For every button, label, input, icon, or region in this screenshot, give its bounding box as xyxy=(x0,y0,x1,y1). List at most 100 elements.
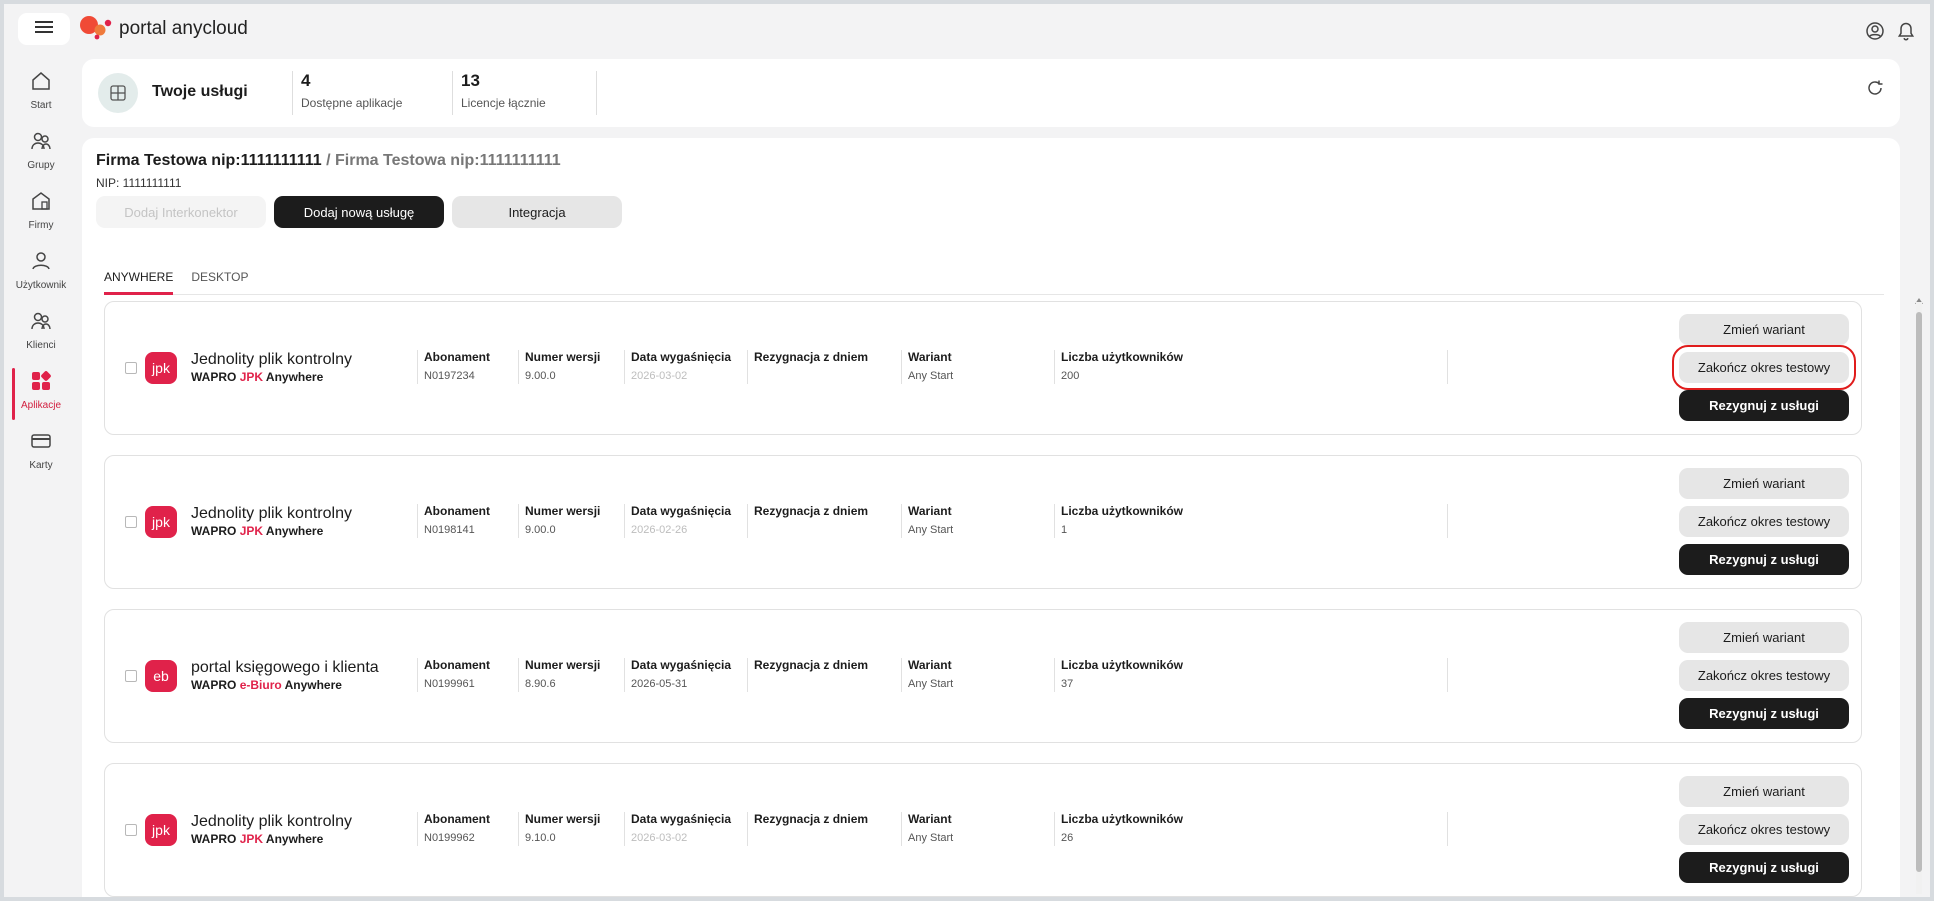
add-connector-button[interactable]: Dodaj Interkonektor xyxy=(96,196,266,228)
field-resignation: Rezygnacja z dniem xyxy=(747,350,898,384)
sidebar-item-start[interactable]: Start xyxy=(4,64,78,124)
field-label: Numer wersji xyxy=(525,504,601,518)
field-label: Data wygaśnięcia xyxy=(631,812,732,826)
field-value: 2026-02-26 xyxy=(631,524,688,536)
field-value: 9.00.0 xyxy=(525,524,556,536)
field-label: Data wygaśnięcia xyxy=(631,504,732,518)
sidebar-item-label: Aplikacje xyxy=(20,400,62,411)
field-value: N0198141 xyxy=(424,524,475,536)
add-service-button[interactable]: Dodaj nową usługę xyxy=(274,196,444,228)
top-bar: portal anycloud xyxy=(4,4,1930,62)
field-variant: Wariant Any Start xyxy=(901,658,1052,692)
breadcrumb-current: Firma Testowa nip:1111111111 xyxy=(335,152,561,169)
service-actions: Zmień wariant Zakończ okres testowy Rezygn… xyxy=(1679,468,1849,575)
field-subscription: Abonament N0199962 xyxy=(417,812,514,846)
field-label: Data wygaśnięcia xyxy=(631,658,732,672)
field-value: 37 xyxy=(1061,678,1074,690)
field-value: Any Start xyxy=(908,832,954,844)
product-code: JPK xyxy=(239,832,264,846)
field-label: Liczba użytkowników xyxy=(1061,504,1184,518)
sidebar-item-groups[interactable]: Grupy xyxy=(4,124,78,184)
field-subscription: Abonament N0199961 xyxy=(417,658,514,692)
tab-anywhere[interactable]: ANYWHERE xyxy=(104,264,174,295)
change-variant-button[interactable]: Zmień wariant xyxy=(1679,468,1849,499)
sidebar-item-companies[interactable]: Firmy xyxy=(4,184,78,244)
field-value: 2026-05-31 xyxy=(631,678,688,690)
field-label: Liczba użytkowników xyxy=(1061,812,1184,826)
app-icon: jpk xyxy=(145,506,177,538)
field-label: Numer wersji xyxy=(525,812,601,826)
resign-button[interactable]: Rezygnuj z usługi xyxy=(1679,852,1849,883)
breadcrumb-company[interactable]: Firma Testowa nip:1111111111 xyxy=(96,152,322,169)
sidebar-item-label: Klienci xyxy=(26,340,56,351)
resign-button[interactable]: Rezygnuj z usługi xyxy=(1679,544,1849,575)
service-name: Jednolity plik kontrolny xyxy=(191,813,352,830)
user-circle-icon[interactable] xyxy=(1866,22,1884,46)
sidebar-item-apps[interactable]: Aplikacje xyxy=(4,364,78,424)
platform-tabs: ANYWHERE DESKTOP xyxy=(104,264,1884,295)
apps-icon xyxy=(30,370,52,397)
menu-button[interactable] xyxy=(18,13,70,45)
integration-button[interactable]: Integracja xyxy=(452,196,622,228)
sidebar-item-label: Firmy xyxy=(28,220,54,231)
service-product: WAPRO JPK Anywhere xyxy=(191,524,323,538)
tab-desktop[interactable]: DESKTOP xyxy=(191,264,248,294)
user-icon xyxy=(30,250,52,277)
end-trial-button[interactable]: Zakończ okres testowy xyxy=(1679,506,1849,537)
stat-available-apps: 4 Dostępne aplikacje xyxy=(292,71,451,115)
stat-value: 13 xyxy=(461,71,480,90)
product-edition: Anywhere xyxy=(265,524,324,538)
end-trial-button[interactable]: Zakończ okres testowy xyxy=(1679,814,1849,845)
service-checkbox[interactable] xyxy=(125,516,137,528)
service-checkbox[interactable] xyxy=(125,362,137,374)
stat-caption: Licencje łącznie xyxy=(461,96,546,110)
field-expiry: Data wygaśnięcia 2026-03-02 xyxy=(624,812,745,846)
sidebar-item-label: Start xyxy=(30,100,52,111)
product-brand: WAPRO xyxy=(191,678,237,692)
refresh-icon[interactable] xyxy=(1866,79,1884,102)
product-code: JPK xyxy=(239,370,264,384)
field-divider xyxy=(1447,350,1448,384)
app-title: portal anycloud xyxy=(119,18,248,39)
field-users: Liczba użytkowników 37 xyxy=(1054,658,1191,692)
change-variant-button[interactable]: Zmień wariant xyxy=(1679,314,1849,345)
end-trial-button[interactable]: Zakończ okres testowy xyxy=(1672,345,1856,390)
app-logo[interactable]: portal anycloud xyxy=(79,15,248,42)
field-label: Numer wersji xyxy=(525,350,601,364)
field-users: Liczba użytkowników 200 xyxy=(1054,350,1191,384)
end-trial-button[interactable]: Zakończ okres testowy xyxy=(1679,660,1849,691)
sidebar-item-clients[interactable]: Klienci xyxy=(4,304,78,364)
scrollbar-thumb[interactable] xyxy=(1916,312,1922,872)
field-value: N0197234 xyxy=(424,370,475,382)
home-icon xyxy=(30,70,52,97)
product-edition: Anywhere xyxy=(265,370,324,384)
clients-icon xyxy=(30,310,52,337)
company-nip: NIP: 1111111111 xyxy=(96,176,182,190)
field-version: Numer wersji 9.00.0 xyxy=(518,350,621,384)
service-checkbox[interactable] xyxy=(125,824,137,836)
service-checkbox[interactable] xyxy=(125,670,137,682)
field-value: Any Start xyxy=(908,524,954,536)
field-value: 9.00.0 xyxy=(525,370,556,382)
field-value: 1 xyxy=(1061,524,1068,536)
field-label: Rezygnacja z dniem xyxy=(754,658,869,672)
field-label: Rezygnacja z dniem xyxy=(754,504,869,518)
sidebar-item-cards[interactable]: Karty xyxy=(4,424,78,484)
field-value: Any Start xyxy=(908,370,954,382)
field-label: Wariant xyxy=(908,658,952,672)
scrollbar[interactable] xyxy=(1916,302,1922,894)
service-actions: Zmień wariant Zakończ okres testowy Rezygn… xyxy=(1679,622,1849,729)
field-version: Numer wersji 8.90.6 xyxy=(518,658,621,692)
bell-icon[interactable] xyxy=(1897,22,1915,46)
field-value: 8.90.6 xyxy=(525,678,556,690)
change-variant-button[interactable]: Zmień wariant xyxy=(1679,776,1849,807)
service-card: jpk Jednolity plik kontrolny WAPRO JPK Any… xyxy=(104,763,1862,897)
breadcrumb-separator: / xyxy=(321,152,335,169)
resign-button[interactable]: Rezygnuj z usługi xyxy=(1679,390,1849,421)
resign-button[interactable]: Rezygnuj z usługi xyxy=(1679,698,1849,729)
sidebar-item-user[interactable]: Użytkownik xyxy=(4,244,78,304)
field-resignation: Rezygnacja z dniem xyxy=(747,658,898,692)
change-variant-button[interactable]: Zmień wariant xyxy=(1679,622,1849,653)
service-product: WAPRO e-Biuro Anywhere xyxy=(191,678,342,692)
summary-title: Twoje usługi xyxy=(152,83,248,100)
